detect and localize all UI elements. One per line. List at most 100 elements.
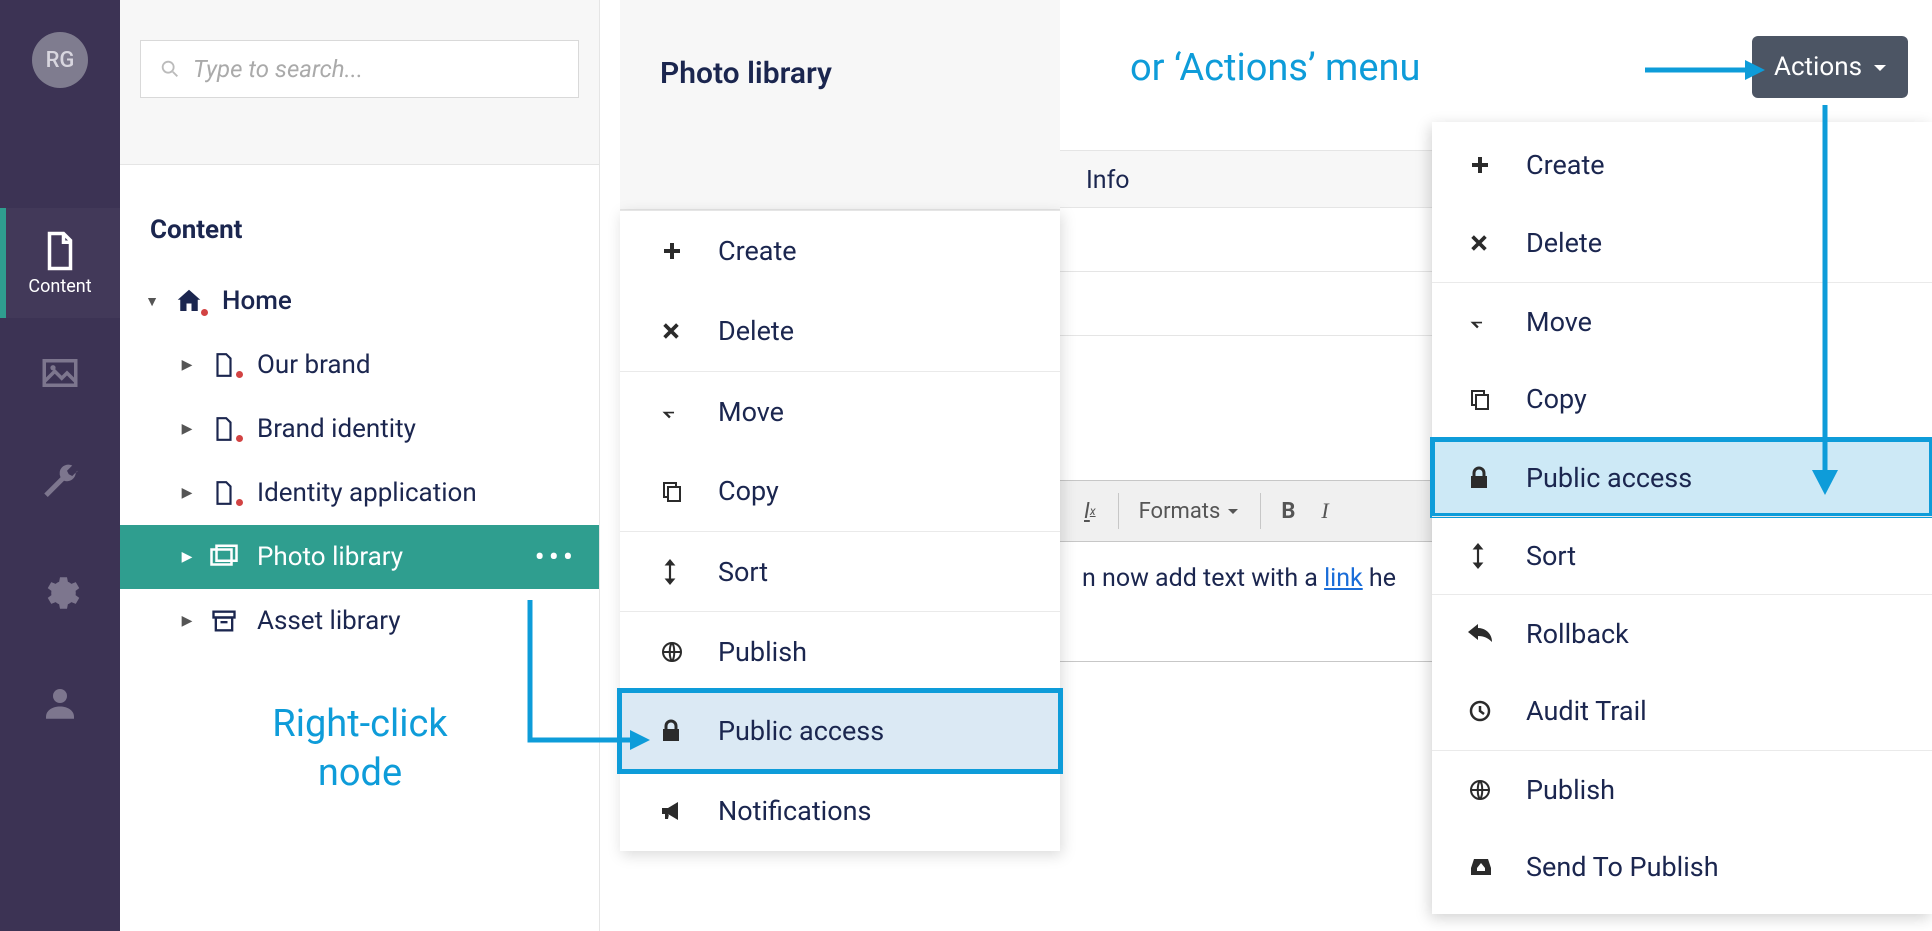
nav-content-label: Content: [28, 276, 91, 297]
archive-icon: [199, 608, 249, 634]
nav-content[interactable]: Content: [0, 208, 120, 318]
act-audit-label: Audit Trail: [1526, 695, 1647, 727]
act-copy-label: Copy: [1526, 383, 1587, 415]
tree-section-label: Content: [120, 165, 599, 269]
act-rollback-label: Rollback: [1526, 618, 1629, 650]
ctx-public-access[interactable]: Public access: [620, 691, 1060, 771]
avatar-initials: RG: [46, 48, 75, 73]
act-public-access[interactable]: Public access: [1432, 438, 1932, 516]
act-delete[interactable]: Delete: [1432, 204, 1932, 282]
act-copy[interactable]: Copy: [1432, 360, 1932, 438]
tree-item-brand-identity[interactable]: ▶ Brand identity: [120, 397, 599, 461]
act-publish[interactable]: Publish: [1432, 750, 1932, 828]
ctx-notifications[interactable]: Notifications: [620, 771, 1060, 851]
more-icon[interactable]: •••: [535, 540, 577, 575]
copy-icon: [660, 479, 718, 503]
tree-item-label: Asset library: [249, 606, 401, 636]
lock-icon: [1468, 466, 1526, 490]
copy-icon: [1468, 387, 1526, 411]
italic-button[interactable]: I: [1309, 490, 1340, 532]
clock-icon: [1468, 699, 1526, 723]
ctx-copy[interactable]: Copy: [620, 451, 1060, 531]
act-sort-label: Sort: [1526, 540, 1576, 572]
act-move-label: Move: [1526, 306, 1592, 338]
avatar[interactable]: RG: [32, 32, 88, 88]
act-send-label: Send To Publish: [1526, 851, 1719, 883]
nav-settings-gear[interactable]: [0, 538, 120, 648]
nav-settings-wrench[interactable]: [0, 428, 120, 538]
caret-right-icon: ▶: [175, 421, 199, 437]
ctx-publish-label: Publish: [718, 636, 807, 668]
ctx-move-label: Move: [718, 396, 784, 428]
tree-item-identity-app[interactable]: ▶ Identity application: [120, 461, 599, 525]
tree-item-photo-library[interactable]: ▶ Photo library •••: [120, 525, 599, 589]
tree-home[interactable]: ▼ Home: [120, 269, 599, 333]
move-icon: [1468, 311, 1526, 333]
close-icon: [660, 320, 718, 342]
tree-home-label: Home: [214, 286, 292, 316]
plus-icon: [660, 239, 718, 263]
context-menu: Create Delete Move Copy Sort Publish Pub…: [620, 210, 1060, 851]
photos-icon: [199, 544, 249, 570]
gear-icon: [39, 572, 81, 614]
nav-media[interactable]: [0, 318, 120, 428]
ctx-publish[interactable]: Publish: [620, 611, 1060, 691]
bold-button[interactable]: B: [1269, 491, 1307, 532]
act-delete-label: Delete: [1526, 227, 1602, 259]
caret-right-icon: ▶: [175, 549, 199, 565]
tree-panel: Content ▼ Home ▶ Our brand ▶ Brand ide: [120, 0, 600, 931]
nav-rail: RG Content: [0, 0, 120, 931]
ctx-create[interactable]: Create: [620, 211, 1060, 291]
act-move[interactable]: Move: [1432, 282, 1932, 360]
image-icon: [39, 352, 81, 394]
ctx-delete[interactable]: Delete: [620, 291, 1060, 371]
act-public-access-label: Public access: [1526, 462, 1692, 494]
file-icon: [199, 352, 249, 378]
act-sort[interactable]: Sort: [1432, 516, 1932, 594]
clear-format-button[interactable]: Ix: [1072, 491, 1108, 532]
caret-down-icon: ▼: [140, 293, 164, 310]
actions-menu: Create Delete Move Copy Public access So…: [1432, 122, 1932, 914]
search-input[interactable]: [193, 55, 560, 83]
home-icon: [164, 286, 214, 316]
tab-info[interactable]: Info: [1064, 151, 1152, 209]
act-rollback[interactable]: Rollback: [1432, 594, 1932, 672]
sort-icon: [660, 559, 718, 585]
ctx-delete-label: Delete: [718, 315, 794, 347]
ctx-public-access-label: Public access: [718, 715, 884, 747]
editor-link[interactable]: link: [1324, 564, 1363, 593]
ctx-copy-label: Copy: [718, 475, 779, 507]
user-icon: [39, 682, 81, 724]
ctx-sort-label: Sort: [718, 556, 768, 588]
tree-item-asset-library[interactable]: ▶ Asset library: [120, 589, 599, 653]
ctx-create-label: Create: [718, 235, 797, 267]
search-box[interactable]: [140, 40, 579, 98]
outbox-icon: [1468, 856, 1526, 878]
file-icon: [199, 480, 249, 506]
act-publish-label: Publish: [1526, 774, 1615, 806]
sort-icon: [1468, 543, 1526, 569]
tree-item-label: Our brand: [249, 350, 371, 380]
act-audit-trail[interactable]: Audit Trail: [1432, 672, 1932, 750]
globe-icon: [1468, 778, 1526, 802]
undo-icon: [1468, 624, 1526, 644]
wrench-icon: [39, 462, 81, 504]
act-send-to-publish[interactable]: Send To Publish: [1432, 828, 1932, 906]
caret-right-icon: ▶: [175, 613, 199, 629]
file-icon: [199, 416, 249, 442]
move-icon: [660, 401, 718, 423]
act-create-label: Create: [1526, 149, 1605, 181]
caret-right-icon: ▶: [175, 357, 199, 373]
megaphone-icon: [660, 800, 718, 822]
ctx-move[interactable]: Move: [620, 371, 1060, 451]
tree-item-our-brand[interactable]: ▶ Our brand: [120, 333, 599, 397]
act-create[interactable]: Create: [1432, 126, 1932, 204]
plus-icon: [1468, 153, 1526, 177]
nav-users[interactable]: [0, 648, 120, 758]
formats-dropdown[interactable]: Formats: [1127, 491, 1251, 532]
actions-button[interactable]: Actions: [1752, 36, 1908, 98]
ctx-sort[interactable]: Sort: [620, 531, 1060, 611]
tree-item-label: Brand identity: [249, 414, 416, 444]
tree-item-label: Photo library: [249, 542, 403, 572]
tree: ▼ Home ▶ Our brand ▶ Brand identity: [120, 269, 599, 653]
